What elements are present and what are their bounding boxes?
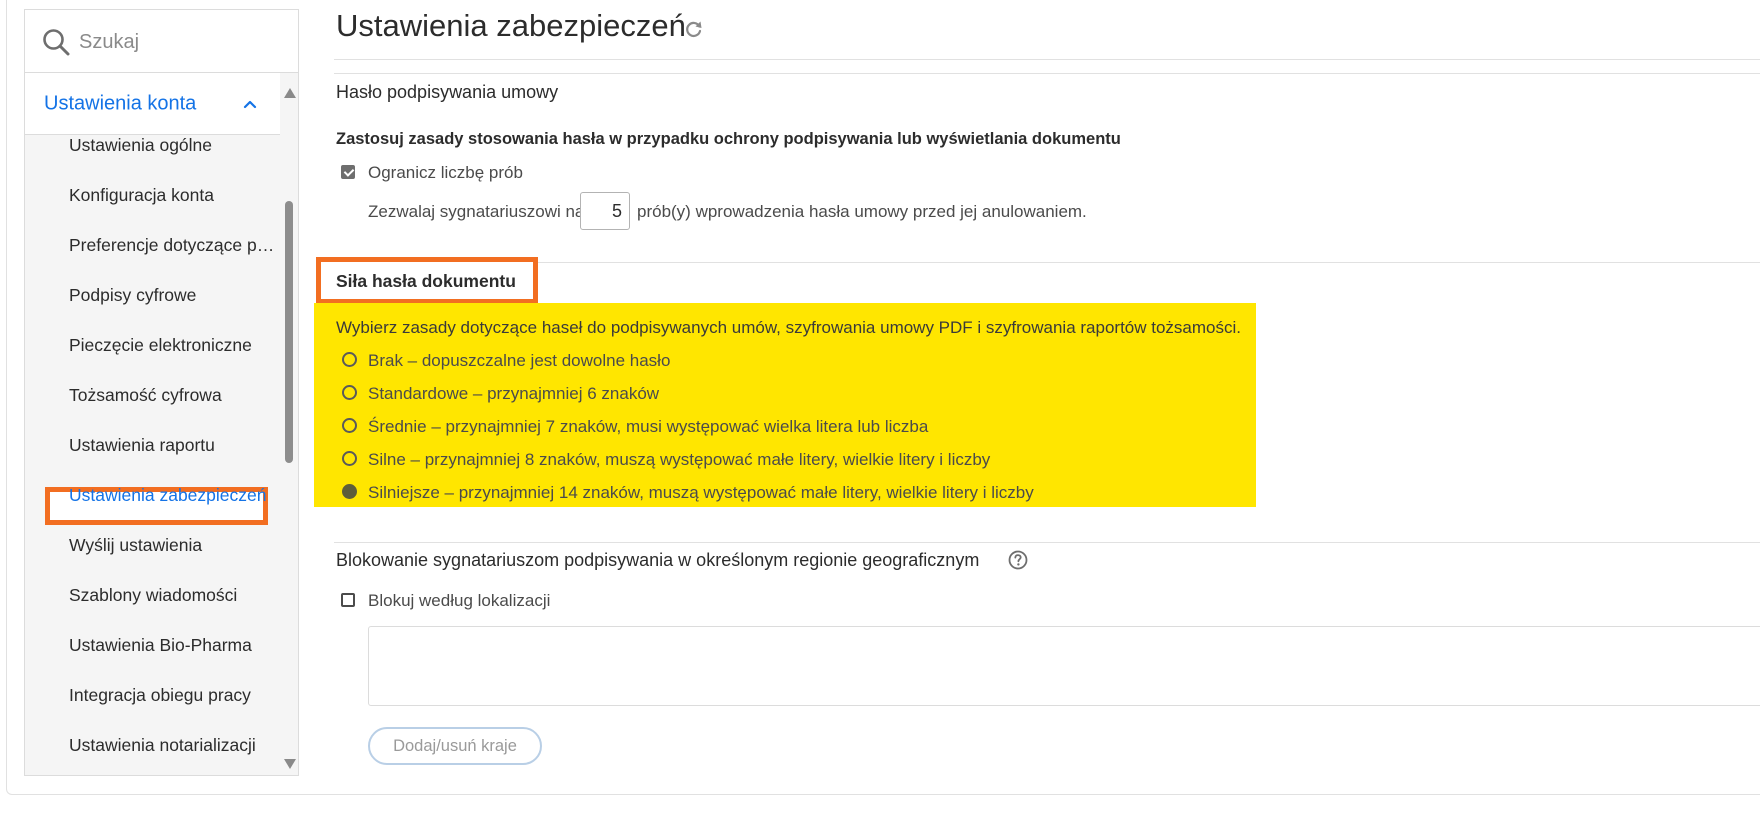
chevron-up-icon[interactable]	[242, 96, 258, 112]
radio-medium[interactable]	[342, 418, 357, 433]
radio-standard-label: Standardowe – przynajmniej 6 znaków	[368, 384, 660, 403]
countries-list-box[interactable]	[368, 626, 1760, 706]
radio-none-label: Brak – dopuszczalne jest dowolne hasło	[368, 351, 671, 370]
password-strength-description: Wybierz zasady dotyczące haseł do podpis…	[336, 318, 1241, 337]
sidebar-item-send-settings[interactable]: Wyślij ustawienia	[69, 535, 279, 556]
sidebar-section-title: Ustawienia konta	[44, 92, 197, 115]
radio-medium-label: Średnie – przynajmniej 7 znaków, musi wy…	[368, 417, 929, 436]
refresh-icon[interactable]	[684, 19, 704, 39]
attempts-input[interactable]	[580, 192, 630, 230]
sidebar-section-account-settings[interactable]: Ustawienia konta	[25, 73, 280, 135]
radio-none[interactable]	[342, 352, 357, 367]
search-box	[25, 10, 298, 73]
scroll-down-arrow-icon[interactable]	[284, 759, 296, 769]
radio-strong[interactable]	[342, 451, 357, 466]
divider	[334, 262, 1760, 263]
block-by-location-label: Blokuj według lokalizacji	[368, 591, 551, 610]
help-icon[interactable]	[1008, 550, 1028, 570]
radio-stronger-label: Silniejsze – przynajmniej 14 znaków, mus…	[368, 483, 1034, 502]
sidebar-scrollbar[interactable]	[280, 73, 298, 775]
add-remove-countries-button[interactable]: Dodaj/usuń kraje	[368, 727, 542, 765]
password-strength-heading: Siła hasła dokumentu	[336, 271, 516, 291]
search-input[interactable]	[77, 24, 281, 60]
geo-block-heading: Blokowanie sygnatariuszom podpisywania w…	[336, 550, 980, 570]
sidebar-item-report-settings[interactable]: Ustawienia raportu	[69, 435, 279, 456]
sidebar-item-electronic-seals[interactable]: Pieczęcie elektroniczne	[69, 335, 279, 356]
allow-attempts-prefix: Zezwalaj sygnatariuszowi na	[368, 202, 585, 221]
sidebar-item-bio-pharma[interactable]: Ustawienia Bio-Pharma	[69, 635, 279, 656]
signing-password-description: Zastosuj zasady stosowania hasła w przyp…	[336, 130, 1121, 148]
sidebar-item-preferences[interactable]: Preferencje dotyczące po...	[69, 235, 279, 256]
search-icon	[43, 29, 70, 56]
page-title: Ustawienia zabezpieczeń	[336, 8, 686, 43]
sidebar-item-message-templates[interactable]: Szablony wiadomości	[69, 585, 279, 606]
scroll-thumb[interactable]	[285, 201, 293, 463]
sidebar-item-account-setup[interactable]: Konfiguracja konta	[69, 185, 279, 206]
sidebar-item-notarization-settings[interactable]: Ustawienia notarializacji	[69, 735, 279, 756]
limit-attempts-label: Ogranicz liczbę prób	[368, 163, 523, 182]
block-by-location-checkbox[interactable]	[341, 593, 355, 607]
sidebar-item-general-settings[interactable]: Ustawienia ogólne	[69, 135, 279, 156]
allow-attempts-suffix: prób(y) wprowadzenia hasła umowy przed j…	[637, 202, 1087, 221]
divider	[334, 73, 1760, 74]
sidebar-item-workflow-integration[interactable]: Integracja obiegu pracy	[69, 685, 279, 706]
radio-stronger[interactable]	[342, 484, 357, 499]
radio-strong-label: Silne – przynajmniej 8 znaków, muszą wys…	[368, 450, 991, 469]
limit-attempts-checkbox[interactable]	[341, 165, 355, 179]
sidebar-item-security-settings[interactable]: Ustawienia zabezpieczeń	[69, 485, 279, 506]
sidebar: Ustawienia konta Ustawienia ogólne Konfi…	[24, 9, 299, 776]
radio-standard[interactable]	[342, 385, 357, 400]
divider	[334, 542, 1760, 543]
sidebar-item-digital-signatures[interactable]: Podpisy cyfrowe	[69, 285, 279, 306]
divider	[334, 59, 1760, 60]
scroll-up-arrow-icon[interactable]	[284, 88, 296, 98]
signing-password-heading: Hasło podpisywania umowy	[336, 82, 559, 102]
sidebar-item-digital-identity[interactable]: Tożsamość cyfrowa	[69, 385, 279, 406]
